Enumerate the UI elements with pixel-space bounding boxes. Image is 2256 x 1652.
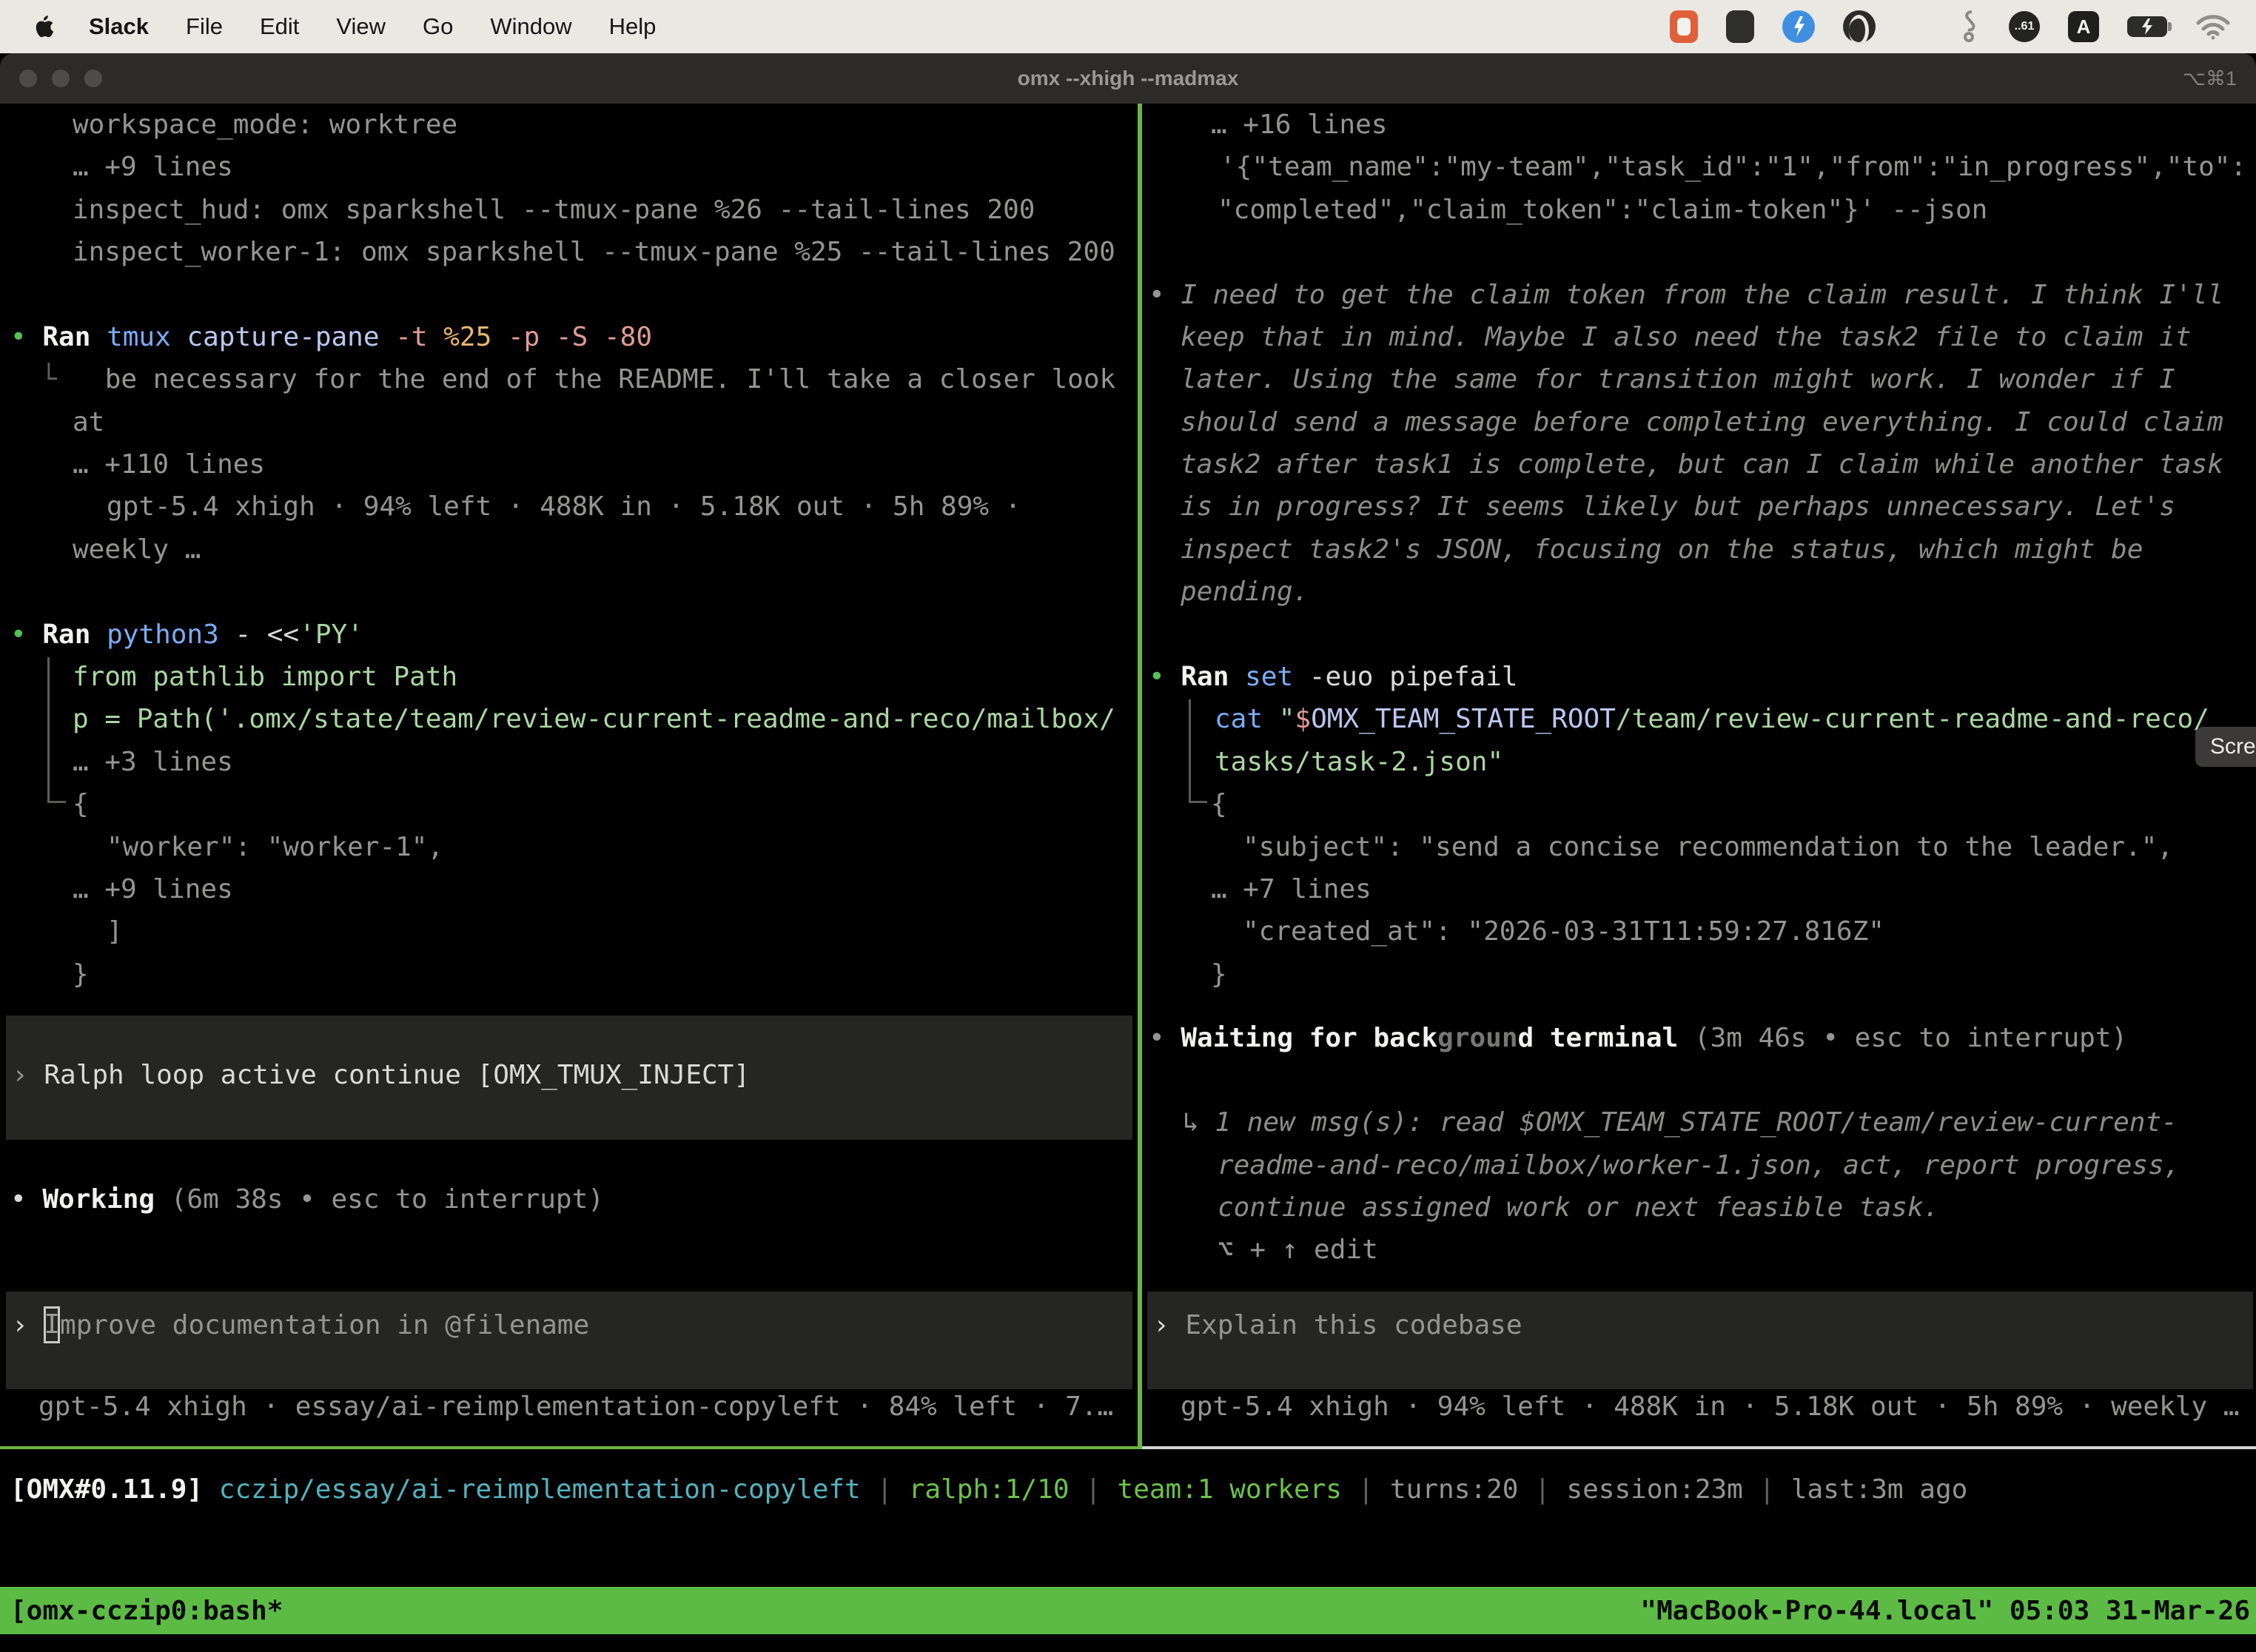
- input-source-icon[interactable]: A: [2068, 11, 2099, 42]
- terminal-line: }: [73, 953, 89, 995]
- status-tray: ..61 A: [1670, 0, 2231, 53]
- footer-status-left: gpt-5.4 xhigh · essay/ai-reimplementatio…: [38, 1386, 1113, 1428]
- tmux-status-bar: [omx-cczip0:bash* "MacBook-Pro-44.local"…: [0, 1587, 2256, 1634]
- wifi-icon[interactable]: [2195, 13, 2231, 41]
- battery-icon[interactable]: [2127, 16, 2167, 37]
- terminal-line: gpt-5.4 xhigh · 94% left · 488K in · 5.1…: [107, 486, 1021, 528]
- output-connector-right: [1189, 699, 1207, 803]
- ralph-loop-status: › Ralph loop active continue [OMX_TMUX_I…: [12, 1054, 750, 1096]
- active-pane-border: [0, 1446, 1138, 1449]
- window-minimize-button[interactable]: [52, 70, 70, 87]
- prompt-text-right[interactable]: › Explain this codebase: [1153, 1304, 1523, 1346]
- omx-session-status: [OMX#0.11.9] cczip/essay/ai-reimplementa…: [10, 1468, 1967, 1511]
- terminal-line: … +16 lines: [1211, 104, 1387, 146]
- pane-divider[interactable]: [1138, 104, 1142, 1449]
- screen-share-icon[interactable]: [1670, 10, 1698, 43]
- screen-share-tooltip: Scre: [2195, 727, 2256, 767]
- terminal-line: … +9 lines: [73, 146, 233, 188]
- terminal-line: continue assigned work or next feasible …: [1218, 1186, 1939, 1229]
- menu-item-window[interactable]: Window: [490, 13, 571, 40]
- window-title: omx --xhigh --madmax: [1018, 67, 1239, 90]
- terminal-line: {: [73, 783, 89, 825]
- menu-item-view[interactable]: View: [336, 13, 386, 40]
- apple-icon: [34, 15, 55, 38]
- terminal-line: '{"team_name":"my-team","task_id":"1","f…: [1220, 146, 2246, 188]
- terminal-line: workspace_mode: worktree: [73, 104, 457, 146]
- output-connector-left: [47, 657, 66, 803]
- terminal-line: ]: [107, 910, 123, 953]
- waiting-status: • Waiting for background terminal (3m 46…: [1149, 1017, 2127, 1059]
- prompt-text-left[interactable]: › Improve documentation in @filename: [12, 1304, 589, 1346]
- terminal-line: readme-and-reco/mailbox/worker-1.json, a…: [1218, 1144, 2180, 1186]
- disk-icon[interactable]: [1843, 10, 1876, 43]
- terminal-line: "worker": "worker-1",: [107, 826, 443, 868]
- terminal-line: "completed","claim_token":"claim-token"}…: [1218, 189, 1987, 231]
- terminal-line: inspect_worker-1: omx sparkshell --tmux-…: [73, 231, 1115, 273]
- terminal-line: keep that in mind. Maybe I also need the…: [1181, 316, 2191, 358]
- command-ran-tmux-capture: • Ran tmux capture-pane -t %25 -p -S -80: [10, 316, 652, 358]
- menu-item-help[interactable]: Help: [609, 13, 657, 40]
- working-status: • Working (6m 38s • esc to interrupt): [10, 1178, 604, 1220]
- menu-item-edit[interactable]: Edit: [260, 13, 299, 40]
- inactive-pane-border: [1142, 1446, 2256, 1449]
- timer-badge-icon[interactable]: ..61: [2009, 11, 2040, 42]
- window-title-bar[interactable]: omx --xhigh --madmax ⌥⌘1: [0, 53, 2256, 104]
- edit-hint: ⌥ + ↑ edit: [1218, 1229, 1378, 1271]
- window-shortcut-badge: ⌥⌘1: [2183, 67, 2237, 90]
- menu-item-go[interactable]: Go: [423, 13, 453, 40]
- terminal-line: … +110 lines: [73, 443, 265, 486]
- terminal-line: tasks/task-2.json": [1215, 741, 1503, 783]
- terminal-line: weekly …: [73, 528, 201, 571]
- command-ran-python3: • Ran python3 - <<'PY': [10, 614, 363, 656]
- assistant-thinking: • I need to get the claim token from the…: [1149, 274, 2223, 316]
- terminal-line: inspect_hud: omx sparkshell --tmux-pane …: [73, 189, 1035, 231]
- terminal-line: … +9 lines: [73, 868, 233, 910]
- terminal-line: "created_at": "2026-03-31T11:59:27.816Z": [1243, 910, 1884, 953]
- terminal-line: task2 after task1 is complete, but can I…: [1181, 443, 2223, 486]
- tmux-host-clock: "MacBook-Pro-44.local" 05:03 31-Mar-26: [1640, 1596, 2250, 1626]
- apple-menu[interactable]: [34, 15, 55, 38]
- window-zoom-button[interactable]: [84, 70, 102, 87]
- terminal-line: }: [1211, 953, 1227, 995]
- command-ran-set-pipefail: • Ran set -euo pipefail: [1149, 656, 1518, 698]
- terminal-line: later. Using the same for transition mig…: [1181, 358, 2175, 400]
- terminal-line: {: [1211, 783, 1227, 825]
- footer-status-right: gpt-5.4 xhigh · 94% left · 488K in · 5.1…: [1181, 1386, 2239, 1428]
- terminal-line: … +7 lines: [1211, 868, 1372, 910]
- tmux-session-label: [omx-cczip0:bash*: [10, 1596, 283, 1626]
- terminal-line: pending.: [1181, 571, 1309, 613]
- app-grid-icon[interactable]: [1904, 13, 1930, 40]
- terminal-line: inspect task2's JSON, focusing on the st…: [1181, 528, 2143, 571]
- hook-icon[interactable]: [1958, 9, 1981, 44]
- security-grid-icon[interactable]: [1726, 10, 1754, 43]
- terminal-line: … +3 lines: [73, 741, 233, 783]
- terminal-line: should send a message before completing …: [1181, 401, 2223, 443]
- window-close-button[interactable]: [19, 70, 37, 87]
- menu-bar: Slack File Edit View Go Window Help ..61…: [0, 0, 2256, 53]
- menu-item-file[interactable]: File: [186, 13, 223, 40]
- menu-items: Slack File Edit View Go Window Help: [89, 13, 656, 40]
- terminal-line: "subject": "send a concise recommendatio…: [1243, 826, 2173, 868]
- terminal-line: p = Path('.omx/state/team/review-current…: [73, 698, 1115, 740]
- terminal-line: ↳ 1 new msg(s): read $OMX_TEAM_STATE_ROO…: [1183, 1101, 2178, 1144]
- menu-item-slack[interactable]: Slack: [89, 13, 149, 40]
- terminal-line: cat "$OMX_TEAM_STATE_ROOT/team/review-cu…: [1215, 698, 2209, 740]
- sync-bolt-icon[interactable]: [1782, 10, 1815, 43]
- terminal-line: is in progress? It seems likely but perh…: [1181, 486, 2175, 528]
- terminal-line: at: [73, 401, 104, 443]
- terminal-line: from pathlib import Path: [73, 656, 457, 698]
- terminal-line: └ be necessary for the end of the README…: [41, 358, 1115, 400]
